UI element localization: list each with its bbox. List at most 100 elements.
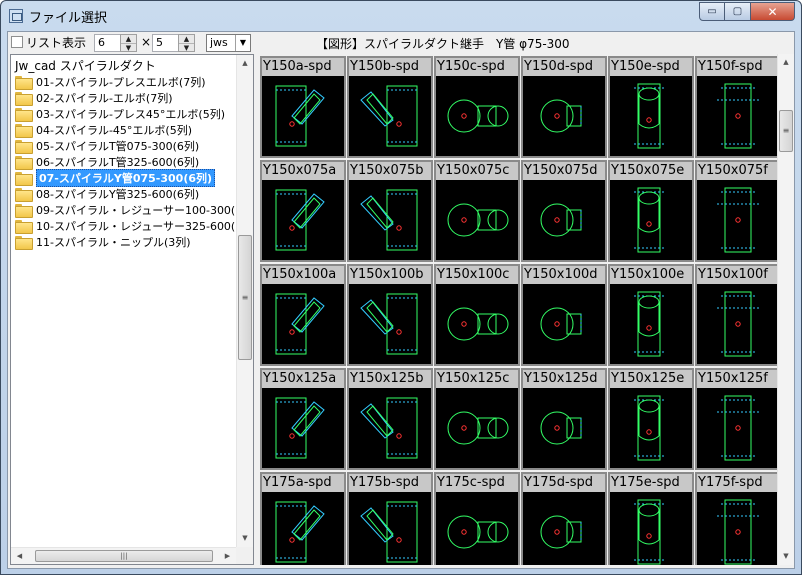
scroll-thumb[interactable]: ≡	[238, 235, 252, 360]
caption-buttons: ▭ ▢ ✕	[699, 2, 795, 21]
scroll-up-icon[interactable]: ▲	[237, 55, 253, 72]
tree-item[interactable]: 11-スパイラル・ニップル(3列)	[15, 234, 191, 250]
scroll-down-icon[interactable]: ▼	[237, 530, 253, 547]
tree-item[interactable]: 07-スパイラルY管075-300(6列)	[15, 169, 216, 187]
thumbnail-item[interactable]: Y150x125b	[347, 368, 433, 470]
tree-item[interactable]: 04-スパイラル-45°エルボ(5列)	[15, 122, 192, 138]
thumbnail-item[interactable]: Y150e-spd	[608, 56, 694, 158]
thumbnail-item[interactable]: Y175f-spd	[695, 472, 781, 565]
spin-down-icon[interactable]: ▼	[179, 43, 194, 52]
thumbnail-label: Y150x125d	[523, 370, 605, 388]
folder-icon	[15, 107, 33, 122]
thumbnail-item[interactable]: Y150d-spd	[521, 56, 607, 158]
thumbnail-item[interactable]: Y150x100e	[608, 264, 694, 366]
tree-item-label: 08-スパイラルY管325-600(6列)	[36, 188, 200, 201]
duct-drawing-preview	[540, 99, 582, 133]
list-view-label[interactable]: リスト表示	[26, 34, 86, 51]
thumbnail-label: Y175b-spd	[349, 474, 431, 492]
thumbnail-item[interactable]: Y150x075e	[608, 160, 694, 262]
thumbnail-item[interactable]: Y150x075f	[695, 160, 781, 262]
duct-drawing-preview	[360, 293, 418, 355]
thumbnail-item[interactable]: Y150x100b	[347, 264, 433, 366]
thumbnail-item[interactable]: Y150x075d	[521, 160, 607, 262]
scroll-left-icon[interactable]: ◀	[11, 548, 28, 564]
thumbnail-item[interactable]: Y150x100c	[434, 264, 520, 366]
thumbnail-item[interactable]: Y150b-spd	[347, 56, 433, 158]
thumbnail-label: Y150x125c	[436, 370, 518, 388]
extension-select[interactable]: jws ▼	[206, 34, 251, 52]
duct-drawing-preview	[634, 83, 664, 149]
times-sign: ×	[141, 35, 152, 49]
thumbnail-item[interactable]: Y150x125f	[695, 368, 781, 470]
tree-item-label: 06-スパイラルT管325-600(6列)	[36, 156, 200, 169]
thumbnail-label: Y150x100d	[523, 266, 605, 284]
thumbnail-label: Y150x075e	[610, 162, 692, 180]
thumbnail-label: Y150x075f	[697, 162, 779, 180]
duct-drawing-preview	[275, 501, 325, 563]
tree-item[interactable]: 10-スパイラル・レジューサー325-600(5列)	[15, 218, 253, 234]
tree-item[interactable]: 03-スパイラル-プレス45°エルボ(5列)	[15, 106, 225, 122]
thumbnail-label: Y175a-spd	[262, 474, 344, 492]
thumbnail-item[interactable]: Y150f-spd	[695, 56, 781, 158]
duct-drawing-preview	[540, 203, 582, 237]
thumbnail-item[interactable]: Y175b-spd	[347, 472, 433, 565]
title-bar[interactable]: ファイル選択 ▭ ▢ ✕	[1, 1, 801, 31]
columns-input[interactable]: 6	[94, 34, 121, 52]
minimize-button[interactable]: ▭	[699, 2, 725, 21]
folder-icon	[15, 187, 33, 202]
folder-icon	[15, 171, 33, 186]
rows-input[interactable]: 5	[152, 34, 179, 52]
folder-icon	[15, 91, 33, 106]
thumbnail-label: Y175f-spd	[697, 474, 779, 492]
thumbnail-item[interactable]: Y150a-spd	[260, 56, 346, 158]
thumbnail-label: Y150x075c	[436, 162, 518, 180]
thumbnail-label: Y150x125e	[610, 370, 692, 388]
thumbnail-item[interactable]: Y150x100d	[521, 264, 607, 366]
tree-item[interactable]: 01-スパイラル-プレスエルボ(7列)	[15, 74, 206, 90]
spin-up-icon[interactable]: ▲	[121, 35, 136, 43]
duct-drawing-preview	[717, 291, 759, 357]
tree-item[interactable]: 08-スパイラルY管325-600(6列)	[15, 186, 199, 202]
thumbnail-item[interactable]: Y150x075b	[347, 160, 433, 262]
tree-item[interactable]: 09-スパイラル・レジューサー100-300(5列)	[15, 202, 253, 218]
thumbnail-item[interactable]: Y150x100f	[695, 264, 781, 366]
scroll-right-icon[interactable]: ▶	[219, 548, 236, 564]
tree-item[interactable]: 06-スパイラルT管325-600(6列)	[15, 154, 199, 170]
scroll-down-icon[interactable]: ▼	[778, 548, 794, 565]
thumbnail-item[interactable]: Y175c-spd	[434, 472, 520, 565]
duct-drawing-preview	[717, 187, 759, 253]
columns-spinner[interactable]: ▲ ▼	[120, 34, 137, 52]
thumbnail-item[interactable]: Y150c-spd	[434, 56, 520, 158]
folder-tree[interactable]: Jw_cad スパイラルダクト 01-スパイラル-プレスエルボ(7列) 02-スパ…	[10, 54, 254, 565]
spin-down-icon[interactable]: ▼	[121, 43, 136, 52]
chevron-down-icon[interactable]: ▼	[235, 35, 250, 51]
thumbnail-item[interactable]: Y150x125d	[521, 368, 607, 470]
thumbnail-item[interactable]: Y150x075a	[260, 160, 346, 262]
duct-drawing-preview	[540, 411, 582, 445]
extension-value: jws	[210, 36, 228, 49]
thumbnail-item[interactable]: Y150x100a	[260, 264, 346, 366]
thumbnail-item[interactable]: Y150x125c	[434, 368, 520, 470]
spin-up-icon[interactable]: ▲	[179, 35, 194, 43]
scroll-thumb[interactable]: |||	[35, 550, 213, 562]
thumbnail-item[interactable]: Y175a-spd	[260, 472, 346, 565]
scroll-thumb[interactable]: ≡	[779, 110, 793, 152]
tree-vertical-scrollbar[interactable]: ▲ ≡ ▼	[236, 55, 253, 547]
maximize-button[interactable]: ▢	[725, 2, 751, 21]
tree-item[interactable]: 05-スパイラルT管075-300(6列)	[15, 138, 199, 154]
tree-item-label: 02-スパイラル-エルボ(7列)	[36, 92, 173, 105]
rows-spinner[interactable]: ▲ ▼	[178, 34, 195, 52]
tree-horizontal-scrollbar[interactable]: ◀ ||| ▶	[11, 547, 236, 564]
scroll-up-icon[interactable]: ▲	[778, 54, 794, 71]
thumbnail-item[interactable]: Y150x075c	[434, 160, 520, 262]
thumbnail-item[interactable]: Y175e-spd	[608, 472, 694, 565]
folder-icon	[15, 139, 33, 154]
list-view-checkbox[interactable]	[11, 36, 23, 48]
thumbnail-item[interactable]: Y150x125a	[260, 368, 346, 470]
tree-item[interactable]: 02-スパイラル-エルボ(7列)	[15, 90, 173, 106]
thumbnail-item[interactable]: Y150x125e	[608, 368, 694, 470]
grid-vertical-scrollbar[interactable]: ▲ ≡ ▼	[777, 54, 794, 565]
tree-root[interactable]: Jw_cad スパイラルダクト	[15, 57, 156, 74]
thumbnail-item[interactable]: Y175d-spd	[521, 472, 607, 565]
close-button[interactable]: ✕	[751, 2, 795, 21]
